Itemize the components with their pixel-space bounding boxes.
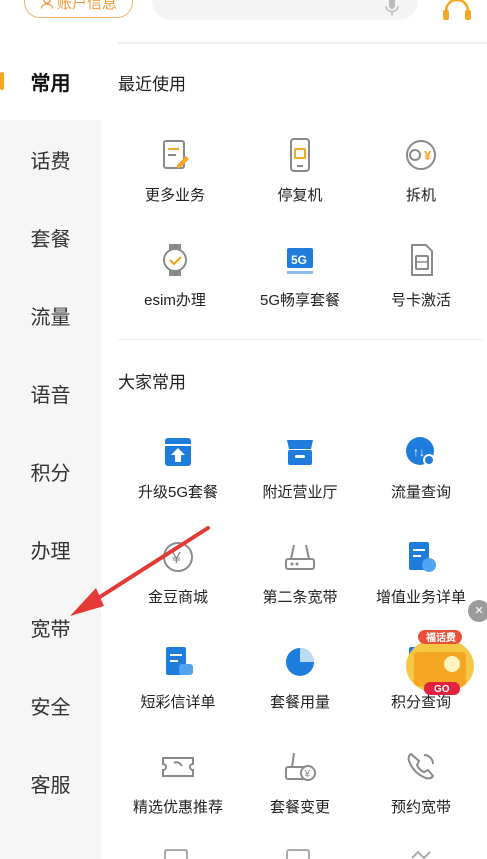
person-icon: [40, 0, 54, 9]
grid-item-5g-plan[interactable]: 5G 5G畅享套餐: [236, 242, 364, 310]
data-query-icon: ↑↓: [406, 437, 435, 466]
grid-item-label: 拆机: [405, 187, 436, 204]
router-icon: [285, 544, 315, 570]
microphone-icon[interactable]: [384, 0, 400, 16]
promo-go-text: GO: [434, 684, 450, 695]
grid-item-label: 精选优惠推荐: [132, 799, 223, 816]
grid-item-plan-usage[interactable]: 套餐用量: [236, 644, 364, 712]
sidebar-item-common[interactable]: 常用: [0, 42, 101, 120]
category-sidebar: 常用 话费 套餐 流量 语音 积分 办理 宽带 安全 客服: [0, 42, 101, 859]
close-promo-button[interactable]: ×: [468, 600, 487, 622]
5g-icon: 5G: [287, 248, 313, 274]
grid-item-label: 5G畅享套餐: [259, 292, 340, 309]
grid-item-label: 短彩信详单: [140, 694, 216, 711]
yuan-cycle-icon: ¥: [406, 140, 436, 170]
sidebar-item-label: 语音: [30, 384, 71, 407]
grid-item-label: 套餐变更: [269, 799, 330, 816]
sidebar-item-label: 办理: [30, 540, 71, 563]
grid-item-label: 升级5G套餐: [137, 484, 218, 501]
watch-icon: [163, 244, 187, 276]
sidebar-item-label: 安全: [30, 696, 71, 719]
sidebar-item-label: 宽带: [30, 618, 71, 641]
promo-badge-text: 福话费: [425, 631, 456, 644]
grid-item-label: 附近营业厅: [262, 484, 338, 501]
sidebar-item-customer-service[interactable]: 客服: [0, 744, 101, 822]
sidebar-item-label: 套餐: [30, 228, 71, 251]
coin-icon: ¥: [163, 542, 193, 572]
grid-item-label: 第二条宽带: [262, 589, 338, 606]
account-info-label: 账户信息: [56, 0, 117, 12]
grid-item-label: 流量查询: [390, 484, 451, 501]
grid-item-sms-detail[interactable]: 短彩信详单: [114, 644, 242, 712]
sidebar-item-points[interactable]: 积分: [0, 432, 101, 510]
sidebar-item-label: 积分: [30, 462, 71, 485]
grid-item-data-query[interactable]: ↑↓ 流量查询: [357, 434, 485, 502]
top-divider: [118, 42, 487, 44]
svg-text:↑↓: ↑↓: [413, 445, 425, 459]
bill-icon: [409, 542, 436, 572]
sidebar-item-label: 客服: [30, 774, 71, 797]
sidebar-item-plan[interactable]: 套餐: [0, 198, 101, 276]
store-icon: [287, 440, 313, 465]
grid-item-book-broadband[interactable]: 预约宽带: [357, 749, 485, 817]
grid-item-disconnect[interactable]: ¥ 拆机: [357, 137, 485, 205]
phone-icon: [290, 138, 310, 172]
account-info-button[interactable]: 账户信息: [24, 0, 133, 18]
grid-item-card-activation[interactable]: 号卡激活: [357, 242, 485, 310]
grid-item-label: 更多业务: [144, 187, 205, 204]
svg-text:¥: ¥: [171, 550, 181, 567]
partial-row-icon: [164, 849, 188, 859]
sidebar-item-label: 话费: [30, 150, 71, 173]
svg-text:5G: 5G: [291, 253, 307, 267]
grid-item-upgrade-5g[interactable]: 升级5G套餐: [114, 434, 242, 502]
svg-text:¥: ¥: [304, 769, 311, 780]
grid-item-label: esim办理: [144, 292, 206, 309]
phone-call-icon: [407, 752, 435, 780]
grid-item-label: 停复机: [277, 187, 323, 204]
grid-item-vas-detail[interactable]: 增值业务详单: [357, 539, 485, 607]
grid-item-label: 套餐用量: [269, 694, 330, 711]
promo-gift-icon[interactable]: 福话费 GO: [400, 622, 480, 700]
grid-item-plan-change[interactable]: ¥ 套餐变更: [236, 749, 364, 817]
router-yuan-icon: ¥: [285, 752, 316, 781]
sidebar-item-label: 常用: [30, 72, 71, 95]
grid-item-featured-offers[interactable]: 精选优惠推荐: [114, 749, 242, 817]
partial-row-icon: [411, 850, 431, 859]
sms-bill-icon: [166, 647, 193, 675]
sidebar-item-voice[interactable]: 语音: [0, 354, 101, 432]
sim-card-icon: [411, 244, 433, 276]
grid-item-second-broadband[interactable]: 第二条宽带: [236, 539, 364, 607]
grid-item-more-services[interactable]: 更多业务: [111, 137, 239, 205]
partial-row-icon: [286, 849, 310, 859]
popular-section-title: 大家常用: [118, 373, 186, 392]
sidebar-item-data[interactable]: 流量: [0, 276, 101, 354]
grid-item-suspend-resume[interactable]: 停复机: [236, 137, 364, 205]
headset-service-icon[interactable]: [440, 0, 474, 24]
sidebar-item-handle[interactable]: 办理: [0, 510, 101, 588]
pie-chart-icon: [286, 648, 314, 676]
sidebar-item-broadband[interactable]: 宽带: [0, 588, 101, 666]
ticket-icon: [162, 757, 194, 777]
top-bar: 账户信息: [0, 0, 487, 42]
sidebar-item-security[interactable]: 安全: [0, 666, 101, 744]
svg-text:¥: ¥: [424, 148, 432, 163]
grid-item-esim[interactable]: esim办理: [111, 242, 239, 310]
sidebar-item-phone-fee[interactable]: 话费: [0, 120, 101, 198]
search-input[interactable]: [152, 0, 418, 20]
recent-section-title: 最近使用: [118, 75, 186, 94]
sidebar-item-label: 流量: [30, 306, 71, 329]
document-edit-icon: [163, 140, 189, 169]
grid-item-gold-mall[interactable]: ¥ 金豆商城: [114, 539, 242, 607]
grid-item-label: 金豆商城: [147, 589, 208, 606]
grid-item-label: 预约宽带: [390, 799, 451, 816]
grid-item-label: 号卡激活: [390, 292, 451, 309]
grid-item-label: 增值业务详单: [375, 589, 466, 606]
grid-item-nearby-store[interactable]: 附近营业厅: [236, 434, 364, 502]
section-divider: [118, 339, 483, 340]
upgrade-icon: [165, 438, 191, 466]
